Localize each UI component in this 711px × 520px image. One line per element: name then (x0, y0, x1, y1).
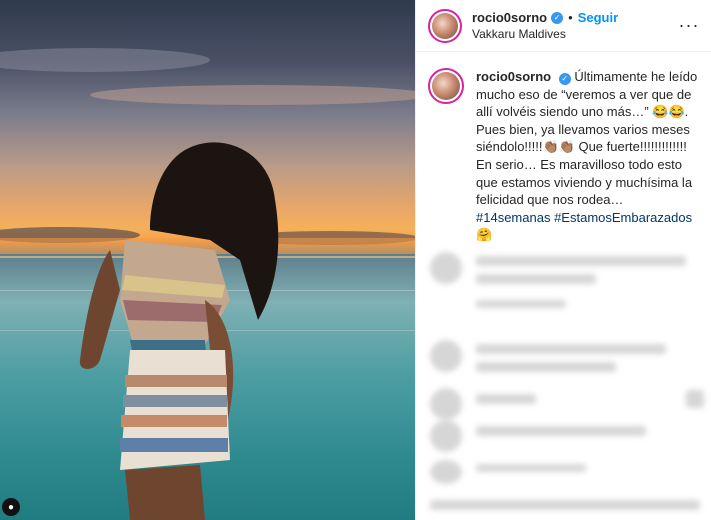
header-meta: rocio0sorno ✓ • Seguir Vakkaru Maldives (472, 10, 677, 41)
post-location[interactable]: Vakkaru Maldives (472, 27, 677, 41)
caption-avatar-image (432, 72, 460, 100)
hashtag-estamosembarazados[interactable]: #EstamosEmbarazados (554, 210, 692, 225)
photo-scene (0, 48, 415, 520)
user-tag-glyph: ● (7, 501, 15, 513)
header-row: rocio0sorno ✓ • Seguir (472, 10, 677, 26)
post-photo[interactable]: ● (0, 0, 415, 520)
author-avatar-image (432, 12, 458, 39)
comment-like (686, 390, 704, 408)
header-separator: • (568, 10, 573, 25)
comment-line (476, 256, 686, 266)
comment-line (476, 426, 646, 436)
caption-avatar[interactable] (428, 68, 464, 104)
comment-line (476, 394, 536, 404)
post-side-panel: rocio0sorno ✓ • Seguir Vakkaru Maldives … (415, 0, 711, 520)
author-username[interactable]: rocio0sorno (472, 10, 547, 26)
user-tag-icon[interactable]: ● (2, 498, 20, 516)
blurred-comments (416, 228, 711, 520)
comment-meta (476, 300, 566, 308)
more-options-icon[interactable]: ··· (677, 15, 701, 36)
verified-icon: ✓ (551, 12, 564, 24)
verified-icon: ✓ (558, 72, 571, 85)
post-header: rocio0sorno ✓ • Seguir Vakkaru Maldives … (416, 0, 711, 52)
post-caption: rocio0sorno ✓ Últimamente he leído mucho… (416, 52, 711, 244)
comment-line (430, 500, 700, 510)
comment-line (476, 344, 666, 354)
follow-button[interactable]: Seguir (578, 10, 618, 26)
hashtag-14semanas[interactable]: #14semanas (476, 210, 550, 225)
caption-username[interactable]: rocio0sorno (476, 69, 551, 84)
comment-avatar (430, 388, 462, 420)
caption-text: rocio0sorno ✓ Últimamente he leído mucho… (476, 68, 699, 244)
comment-avatar (430, 252, 462, 284)
caption-body: Últimamente he leído mucho eso de “verem… (476, 69, 698, 208)
comment-avatar (430, 460, 462, 484)
comment-line (476, 274, 596, 284)
comment-avatar (430, 340, 462, 372)
comment-avatar (430, 420, 462, 452)
comment-line (476, 362, 616, 372)
author-avatar[interactable] (428, 8, 462, 43)
comment-meta (476, 464, 586, 472)
